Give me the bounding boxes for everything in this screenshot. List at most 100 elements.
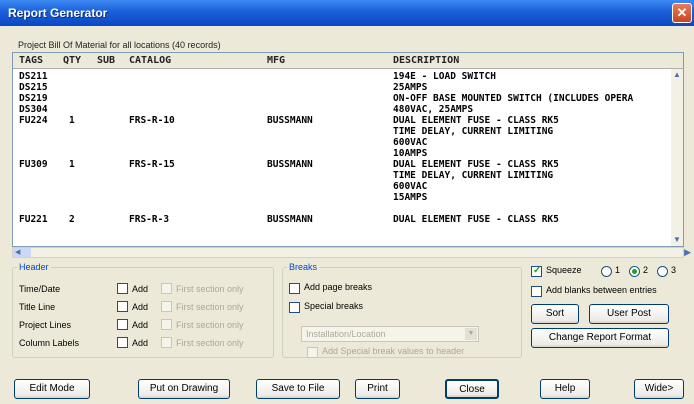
row-qty: 1 — [69, 159, 75, 170]
col-header-catalog[interactable]: CATALOG — [129, 55, 171, 66]
special-breaks-checkbox[interactable] — [289, 302, 300, 313]
table-row[interactable]: TIME DELAY, CURRENT LIMITING — [13, 170, 673, 181]
project-lines-add-checkbox[interactable] — [117, 319, 128, 330]
add-special-label: Add Special break values to header — [322, 346, 465, 356]
print-button[interactable]: Print — [355, 379, 400, 399]
vertical-scrollbar[interactable]: ▲ ▼ — [671, 69, 683, 246]
title-line-add-checkbox[interactable] — [117, 301, 128, 312]
table-row[interactable]: 15AMPS — [13, 192, 673, 203]
radio-3[interactable] — [657, 266, 668, 277]
help-button[interactable]: Help — [540, 379, 590, 399]
row-catalog: FRS-R-15 — [129, 159, 175, 170]
row-tags: FU221 — [19, 214, 48, 225]
column-labels-add-label: Add — [132, 338, 149, 348]
row-description: 15AMPS — [393, 192, 428, 203]
table-row[interactable]: DS219 ON-OFF BASE MOUNTED SWITCH (INCLUDE… — [13, 93, 673, 104]
row-tags: FU309 — [19, 159, 48, 170]
table-row[interactable]: DS211 194E - LOAD SWITCH — [13, 71, 673, 82]
row-description: 600VAC — [393, 137, 428, 148]
row-description: 10AMPS — [393, 148, 428, 159]
column-labels-first-label: First section only — [176, 338, 244, 348]
break-type-select: Installation/Location ▼ — [301, 326, 479, 342]
horizontal-scrollbar[interactable]: ◀ ▶ — [12, 247, 691, 258]
add-blanks-checkbox[interactable] — [531, 286, 542, 297]
header-row-project-lines: Project Lines Add First section only — [13, 318, 273, 332]
time-date-first-label: First section only — [176, 284, 244, 294]
user-post-button[interactable]: User Post — [589, 304, 669, 324]
table-row[interactable]: FU224 1 FRS-R-10 BUSSMANN DUAL ELEMENT FUSE … — [13, 115, 673, 126]
put-on-drawing-button[interactable]: Put on Drawing — [138, 379, 230, 399]
project-lines-add-label: Add — [132, 320, 149, 330]
project-lines-first-checkbox — [161, 319, 172, 330]
row-description: 600VAC — [393, 181, 428, 192]
radio-1-label: 1 — [615, 265, 621, 275]
report-list[interactable]: TAGS QTY SUB CATALOG MFG DESCRIPTION DS2… — [12, 52, 684, 247]
table-row[interactable]: FU221 2 FRS-R-3 BUSSMANN DUAL ELEMENT FUSE -… — [13, 214, 673, 225]
header-row-column-labels: Column Labels Add First section only — [13, 336, 273, 350]
close-window-button[interactable]: ✕ — [672, 3, 692, 23]
time-date-add-checkbox[interactable] — [117, 283, 128, 294]
header-row-time-date: Time/Date Add First section only — [13, 282, 273, 296]
chevron-down-icon: ▼ — [465, 328, 477, 340]
radio-3-label: 3 — [671, 265, 677, 275]
table-row[interactable]: TIME DELAY, CURRENT LIMITING — [13, 126, 673, 137]
row-description: DUAL ELEMENT FUSE - CLASS RK5 — [393, 159, 559, 170]
row-tags: DS219 — [19, 93, 48, 104]
table-row[interactable]: FU309 1 FRS-R-15 BUSSMANN DUAL ELEMENT FUSE … — [13, 159, 673, 170]
row-description: ON-OFF BASE MOUNTED SWITCH (INCLUDES OPE… — [393, 93, 634, 104]
col-header-mfg[interactable]: MFG — [267, 55, 285, 66]
row-description: DUAL ELEMENT FUSE - CLASS RK5 — [393, 115, 559, 126]
header-group: Header Time/Date Add First section only … — [12, 262, 274, 358]
close-button[interactable]: Close — [445, 379, 499, 399]
table-row[interactable]: DS304 480VAC, 25AMPS — [13, 104, 673, 115]
row-catalog: FRS-R-10 — [129, 115, 175, 126]
sort-button[interactable]: Sort — [531, 304, 579, 324]
radio-1[interactable] — [601, 266, 612, 277]
table-row[interactable] — [13, 203, 673, 214]
column-labels-label: Column Labels — [19, 338, 80, 348]
column-headers: TAGS QTY SUB CATALOG MFG DESCRIPTION — [13, 53, 683, 69]
add-blanks-label: Add blanks between entries — [546, 285, 657, 295]
save-to-file-button[interactable]: Save to File — [256, 379, 340, 399]
col-header-qty[interactable]: QTY — [63, 55, 81, 66]
row-mfg: BUSSMANN — [267, 214, 313, 225]
add-page-breaks-checkbox[interactable] — [289, 283, 300, 294]
table-row[interactable]: DS215 25AMPS — [13, 82, 673, 93]
row-mfg: BUSSMANN — [267, 159, 313, 170]
title-line-label: Title Line — [19, 302, 56, 312]
row-tags: DS211 — [19, 71, 48, 82]
add-special-checkbox — [307, 347, 318, 358]
table-row[interactable]: 10AMPS — [13, 148, 673, 159]
scroll-left-icon[interactable]: ◀ — [13, 248, 31, 257]
change-report-format-button[interactable]: Change Report Format — [531, 328, 669, 348]
row-tags: DS304 — [19, 104, 48, 115]
report-rows: DS211 194E - LOAD SWITCH DS215 25AMPS DS219 O… — [13, 71, 673, 225]
col-header-sub[interactable]: SUB — [97, 55, 115, 66]
col-header-tags[interactable]: TAGS — [19, 55, 43, 66]
edit-mode-button[interactable]: Edit Mode — [14, 379, 90, 399]
squeeze-checkbox[interactable] — [531, 265, 542, 277]
add-page-breaks-label: Add page breaks — [304, 282, 373, 292]
radio-2[interactable] — [629, 266, 640, 277]
scroll-right-icon[interactable]: ▶ — [684, 247, 691, 258]
time-date-add-label: Add — [132, 284, 149, 294]
time-date-first-checkbox — [161, 283, 172, 294]
breaks-group-legend: Breaks — [289, 262, 318, 272]
scroll-up-icon[interactable]: ▲ — [671, 69, 683, 81]
col-header-description[interactable]: DESCRIPTION — [393, 55, 459, 66]
row-mfg: BUSSMANN — [267, 115, 313, 126]
time-date-label: Time/Date — [19, 284, 61, 294]
project-lines-label: Project Lines — [19, 320, 72, 330]
scroll-down-icon[interactable]: ▼ — [671, 234, 683, 246]
row-description: 194E - LOAD SWITCH — [393, 71, 496, 82]
table-row[interactable]: 600VAC — [13, 181, 673, 192]
row-description: 25AMPS — [393, 82, 428, 93]
header-group-legend: Header — [19, 262, 49, 272]
squeeze-label: Squeeze — [546, 265, 582, 275]
title-line-add-label: Add — [132, 302, 149, 312]
row-qty: 1 — [69, 115, 75, 126]
column-labels-add-checkbox[interactable] — [117, 337, 128, 348]
table-row[interactable]: 600VAC — [13, 137, 673, 148]
title-line-first-label: First section only — [176, 302, 244, 312]
wide-button[interactable]: Wide> — [634, 379, 684, 399]
